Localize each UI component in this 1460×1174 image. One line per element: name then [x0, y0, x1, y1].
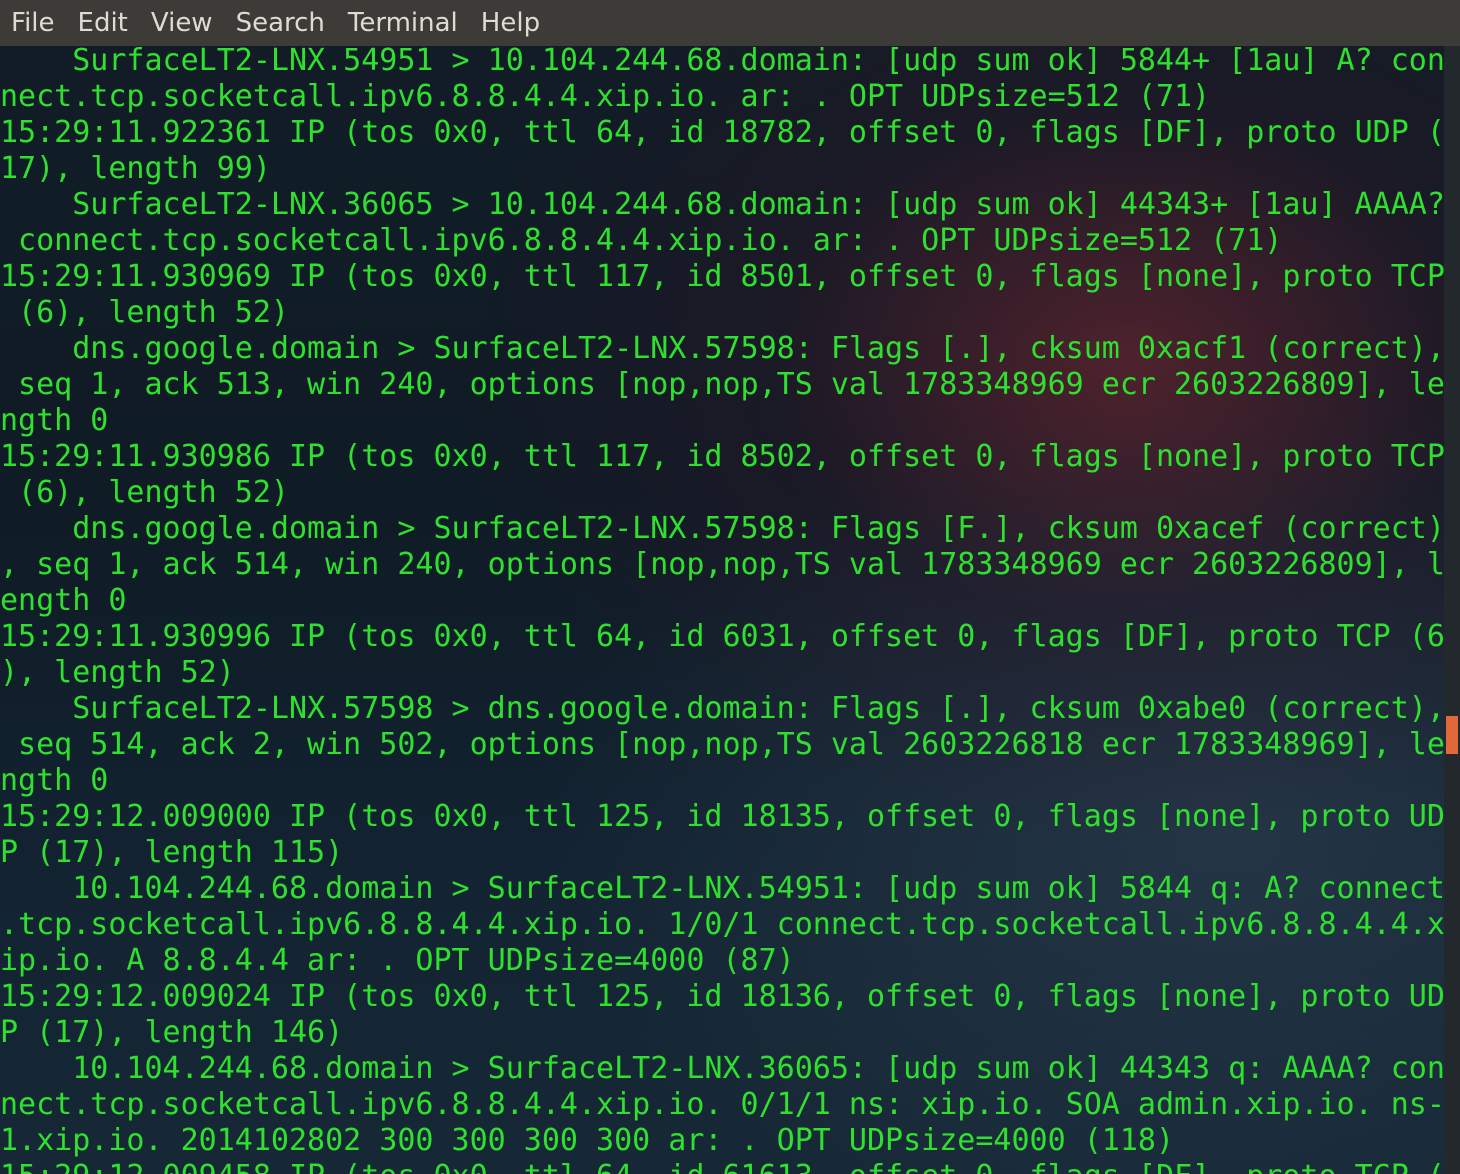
terminal-line: SurfaceLT2-LNX.36065 > 10.104.244.68.dom… [0, 187, 1444, 222]
terminal-line: connect.tcp.socketcall.ipv6.8.8.4.4.xip.… [0, 223, 1283, 258]
terminal-line: 15:29:12.009000 IP (tos 0x0, ttl 125, id… [0, 799, 1444, 834]
terminal-line: SurfaceLT2-LNX.57598 > dns.google.domain… [0, 691, 1444, 726]
terminal-line: 17), length 99) [0, 151, 271, 186]
terminal-line: (6), length 52) [0, 475, 289, 510]
terminal-output-area[interactable]: SurfaceLT2-LNX.54951 > 10.104.244.68.dom… [0, 46, 1444, 1174]
terminal-line: 10.104.244.68.domain > SurfaceLT2-LNX.54… [0, 871, 1444, 906]
terminal-line: .tcp.socketcall.ipv6.8.8.4.4.xip.io. 1/0… [0, 907, 1444, 942]
terminal-line: SurfaceLT2-LNX.54951 > 10.104.244.68.dom… [0, 46, 1444, 78]
terminal-line: 15:29:11.930996 IP (tos 0x0, ttl 64, id … [0, 619, 1444, 654]
terminal-line: 15:29:12.009458 IP (tos 0x0, ttl 64, id … [0, 1159, 1444, 1174]
menu-edit[interactable]: Edit [67, 0, 140, 46]
terminal-line: seq 1, ack 513, win 240, options [nop,no… [0, 367, 1444, 402]
terminal-line: nect.tcp.socketcall.ipv6.8.8.4.4.xip.io.… [0, 1087, 1444, 1122]
menu-search[interactable]: Search [225, 0, 337, 46]
terminal-line: 15:29:12.009024 IP (tos 0x0, ttl 125, id… [0, 979, 1444, 1014]
terminal-line: ip.io. A 8.8.4.4 ar: . OPT UDPsize=4000 … [0, 943, 795, 978]
terminal-line: , seq 1, ack 514, win 240, options [nop,… [0, 547, 1444, 582]
scrollbar-thumb[interactable] [1446, 716, 1458, 754]
terminal-line: P (17), length 146) [0, 1015, 344, 1050]
scrollbar[interactable] [1444, 46, 1460, 1174]
terminal-line: ength 0 [0, 583, 127, 618]
menu-view[interactable]: View [140, 0, 225, 46]
terminal-line: ), length 52) [0, 655, 235, 690]
terminal-line: 10.104.244.68.domain > SurfaceLT2-LNX.36… [0, 1051, 1444, 1086]
terminal-line: 15:29:11.930969 IP (tos 0x0, ttl 117, id… [0, 259, 1444, 294]
terminal-line: 15:29:11.930986 IP (tos 0x0, ttl 117, id… [0, 439, 1444, 474]
terminal-line: dns.google.domain > SurfaceLT2-LNX.57598… [0, 331, 1444, 366]
terminal-line: nect.tcp.socketcall.ipv6.8.8.4.4.xip.io.… [0, 79, 1211, 114]
terminal-line: ngth 0 [0, 403, 109, 438]
terminal-text: SurfaceLT2-LNX.54951 > 10.104.244.68.dom… [0, 46, 1444, 1174]
menu-file[interactable]: File [0, 0, 67, 46]
terminal-line: P (17), length 115) [0, 835, 344, 870]
terminal-line: ngth 0 [0, 763, 109, 798]
terminal-line: 15:29:11.922361 IP (tos 0x0, ttl 64, id … [0, 115, 1444, 150]
terminal-line: dns.google.domain > SurfaceLT2-LNX.57598… [0, 511, 1444, 546]
terminal-line: 1.xip.io. 2014102802 300 300 300 300 ar:… [0, 1123, 1174, 1158]
menu-terminal[interactable]: Terminal [337, 0, 470, 46]
menu-bar: File Edit View Search Terminal Help [0, 0, 1460, 46]
terminal-line: seq 514, ack 2, win 502, options [nop,no… [0, 727, 1444, 762]
terminal-line: (6), length 52) [0, 295, 289, 330]
menu-help[interactable]: Help [470, 0, 552, 46]
